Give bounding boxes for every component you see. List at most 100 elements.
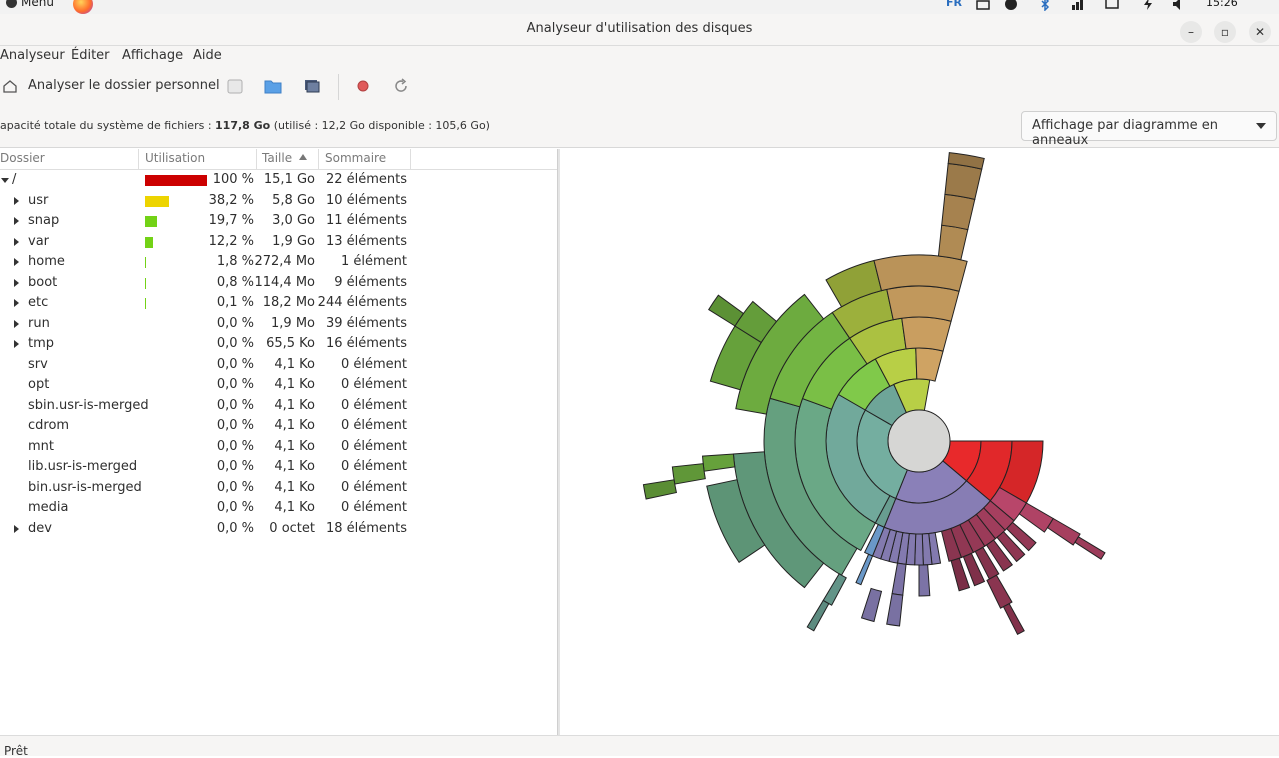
ring-segment[interactable] bbox=[707, 294, 745, 327]
expander-open-icon[interactable] bbox=[1, 178, 9, 183]
expander-closed-icon[interactable] bbox=[14, 217, 19, 225]
table-row[interactable]: snap 19,7 % 3,0 Go 11 éléments bbox=[0, 211, 557, 232]
ring-segment[interactable] bbox=[671, 463, 706, 485]
folder-size: 114,4 Mo bbox=[254, 274, 315, 290]
accessibility-icon[interactable] bbox=[1004, 0, 1018, 11]
system-menu-button[interactable]: Menu bbox=[6, 0, 54, 9]
folder-name: cdrom bbox=[28, 418, 70, 433]
expander-closed-icon[interactable] bbox=[14, 258, 19, 266]
scan-remote-icon[interactable] bbox=[303, 77, 321, 95]
menu-aide[interactable]: Aide bbox=[193, 48, 222, 63]
ring-segment[interactable] bbox=[1002, 602, 1025, 636]
column-usage[interactable]: Utilisation bbox=[145, 151, 205, 165]
table-row[interactable]: media 0,0 % 4,1 Ko 0 élément bbox=[0, 498, 557, 519]
ring-segment[interactable] bbox=[701, 453, 736, 472]
ring-segment[interactable] bbox=[855, 553, 874, 586]
volume-icon[interactable] bbox=[1172, 0, 1186, 11]
column-summary[interactable]: Sommaire bbox=[325, 151, 386, 165]
table-row[interactable]: sbin.usr-is-merged 0,0 % 4,1 Ko 0 élément bbox=[0, 396, 557, 417]
table-row[interactable]: dev 0,0 % 0 octet 18 éléments bbox=[0, 519, 557, 540]
firefox-icon[interactable] bbox=[73, 0, 93, 14]
clock[interactable]: 15:26 bbox=[1206, 0, 1238, 12]
item-count: 13 éléments bbox=[325, 233, 407, 249]
ring-segment[interactable] bbox=[886, 285, 960, 322]
folder-size: 4,1 Ko bbox=[274, 418, 315, 433]
expander-closed-icon[interactable] bbox=[14, 524, 19, 533]
table-row[interactable]: usr 38,2 % 5,8 Go 10 éléments bbox=[0, 191, 557, 212]
capacity-detail: (utilisé : 12,2 Go disponible : 105,6 Go… bbox=[270, 119, 490, 132]
menu-affichage[interactable]: Affichage bbox=[122, 48, 183, 63]
column-size[interactable]: Taille bbox=[262, 151, 292, 165]
usage-bar bbox=[145, 175, 207, 186]
network-icon[interactable] bbox=[976, 0, 990, 11]
power-icon[interactable] bbox=[1141, 0, 1155, 11]
column-folder[interactable]: Dossier bbox=[0, 151, 45, 165]
ring-segment[interactable] bbox=[873, 254, 968, 292]
expander-closed-icon[interactable] bbox=[14, 299, 19, 307]
ring-segment[interactable] bbox=[1074, 536, 1106, 560]
close-button[interactable]: ✕ bbox=[1249, 21, 1271, 43]
table-row[interactable]: home 1,8 % 272,4 Mo 1 élément bbox=[0, 252, 557, 273]
home-icon[interactable] bbox=[2, 78, 20, 96]
scan-home-button[interactable]: Analyser le dossier personnel bbox=[28, 78, 220, 93]
ring-segment[interactable] bbox=[944, 162, 983, 200]
ring-segment[interactable] bbox=[822, 573, 847, 606]
ring-segment[interactable] bbox=[941, 193, 976, 231]
table-row[interactable]: lib.usr-is-merged 0,0 % 4,1 Ko 0 élément bbox=[0, 457, 557, 478]
ring-segment[interactable] bbox=[918, 564, 931, 597]
usage-bar bbox=[145, 195, 169, 207]
table-row[interactable]: cdrom 0,0 % 4,1 Ko 0 élément bbox=[0, 416, 557, 437]
table-row[interactable]: tmp 0,0 % 65,5 Ko 16 éléments bbox=[0, 334, 557, 355]
ring-segment[interactable] bbox=[937, 224, 969, 261]
display-icon[interactable] bbox=[1105, 0, 1119, 11]
expander-closed-icon[interactable] bbox=[14, 196, 19, 205]
table-row[interactable]: bin.usr-is-merged 0,0 % 4,1 Ko 0 élément bbox=[0, 478, 557, 499]
expander-closed-icon[interactable] bbox=[14, 278, 19, 287]
keyboard-layout-indicator[interactable]: FR bbox=[946, 0, 962, 12]
folder-size: 15,1 Go bbox=[263, 172, 315, 187]
column-separator bbox=[138, 149, 139, 170]
folder-size: 18,2 Mo bbox=[262, 295, 315, 310]
ring-segment[interactable] bbox=[901, 316, 952, 352]
signal-icon[interactable] bbox=[1071, 0, 1085, 11]
ring-segment[interactable] bbox=[806, 599, 830, 632]
ring-center-root[interactable] bbox=[887, 409, 951, 473]
item-count: 0 élément bbox=[340, 500, 407, 515]
table-row[interactable]: opt 0,0 % 4,1 Ko 0 élément bbox=[0, 375, 557, 396]
stop-icon[interactable] bbox=[354, 77, 372, 95]
ring-segment[interactable] bbox=[891, 562, 907, 596]
table-row[interactable]: mnt 0,0 % 4,1 Ko 0 élément bbox=[0, 437, 557, 458]
menu-editer[interactable]: Éditer bbox=[71, 48, 110, 63]
scan-folder-icon[interactable] bbox=[264, 77, 282, 95]
table-row[interactable]: srv 0,0 % 4,1 Ko 0 élément bbox=[0, 355, 557, 376]
view-mode-dropdown[interactable]: Affichage par diagramme en anneaux bbox=[1021, 111, 1277, 148]
maximize-button[interactable]: ▫ bbox=[1214, 21, 1236, 43]
menu-analyseur[interactable]: Analyseur bbox=[0, 48, 65, 63]
expander-closed-icon[interactable] bbox=[14, 319, 19, 328]
table-row[interactable]: var 12,2 % 1,9 Go 13 éléments bbox=[0, 232, 557, 253]
system-top-bar: Menu FR 15:26 bbox=[0, 0, 1279, 14]
ring-segment[interactable] bbox=[1046, 517, 1081, 546]
item-count: 18 éléments bbox=[325, 520, 407, 536]
status-bar: Prêt bbox=[0, 735, 1279, 758]
table-row[interactable]: etc 0,1 % 18,2 Mo 244 éléments bbox=[0, 293, 557, 314]
minimize-button[interactable]: – bbox=[1180, 21, 1202, 43]
expander-closed-icon[interactable] bbox=[14, 237, 19, 246]
expander-closed-icon[interactable] bbox=[14, 340, 19, 348]
usage-percent: 0,0 % bbox=[216, 479, 254, 495]
table-row[interactable]: / 100 % 15,1 Go 22 éléments bbox=[0, 170, 557, 191]
scan-filesystem-icon[interactable] bbox=[226, 77, 244, 95]
ring-segment[interactable] bbox=[986, 574, 1013, 609]
folder-tree-view: Dossier Utilisation Taille Sommaire / 100… bbox=[0, 149, 557, 735]
ring-chart[interactable] bbox=[560, 149, 1279, 735]
bluetooth-icon[interactable] bbox=[1038, 0, 1052, 12]
ring-segment[interactable] bbox=[886, 593, 904, 627]
ring-segment[interactable] bbox=[860, 587, 883, 623]
usage-bar bbox=[145, 216, 157, 227]
folder-name: bin.usr-is-merged bbox=[28, 479, 142, 495]
table-row[interactable]: boot 0,8 % 114,4 Mo 9 éléments bbox=[0, 273, 557, 294]
ring-segment[interactable] bbox=[642, 479, 678, 500]
refresh-icon[interactable] bbox=[392, 77, 410, 95]
ring-segment[interactable] bbox=[915, 347, 944, 382]
table-row[interactable]: run 0,0 % 1,9 Mo 39 éléments bbox=[0, 314, 557, 335]
